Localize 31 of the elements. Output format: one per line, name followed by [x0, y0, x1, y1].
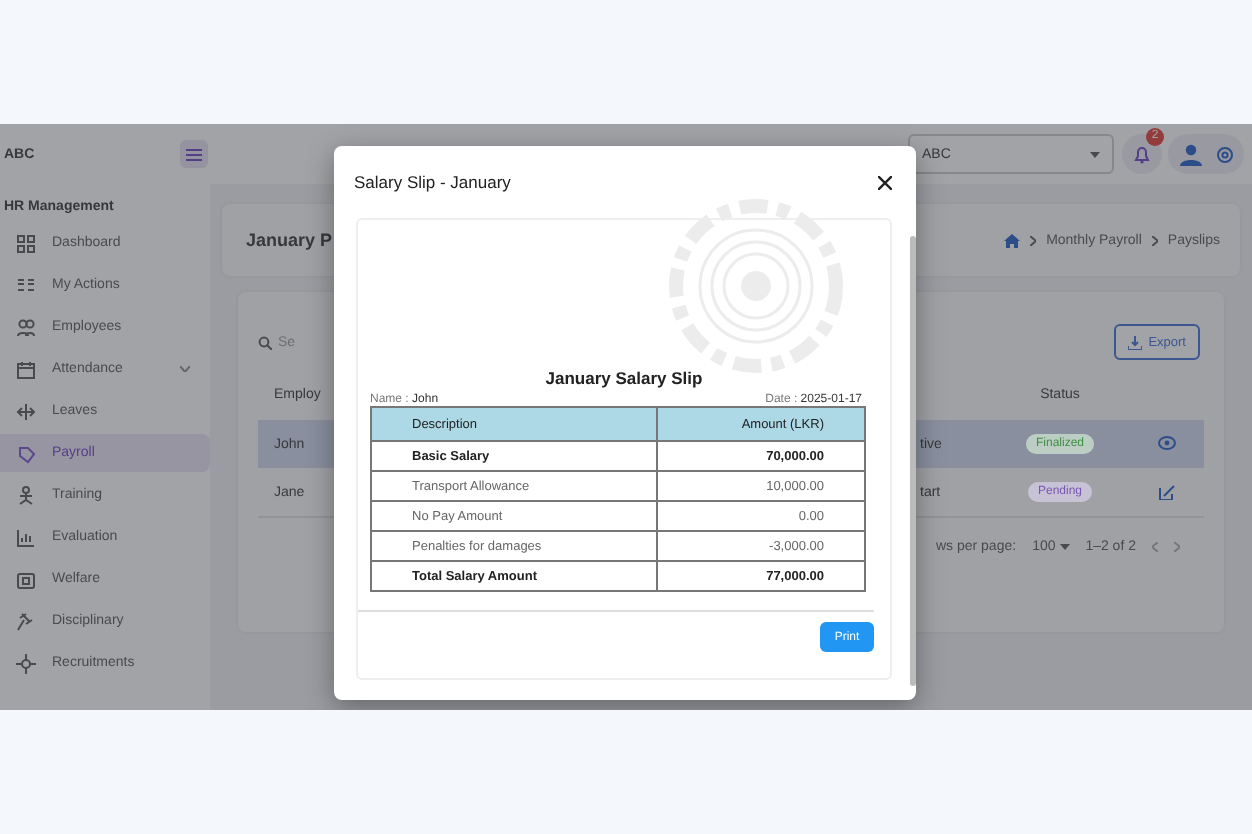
download-icon [1128, 335, 1143, 349]
grid-icon [16, 233, 36, 253]
close-button[interactable] [878, 175, 892, 189]
search-icon [258, 335, 272, 349]
previous-page-icon[interactable] [1152, 541, 1158, 551]
chevron-right-icon [1030, 235, 1037, 245]
chevron-right-icon [1151, 235, 1158, 245]
menu-button[interactable] [180, 140, 208, 168]
chart-icon [16, 527, 36, 547]
caret-icon [1059, 543, 1070, 549]
tag-icon [16, 443, 36, 463]
next-page-icon[interactable] [1174, 541, 1180, 551]
settings-icon [1215, 145, 1233, 163]
checklist-icon [16, 275, 36, 295]
user-icon [1179, 143, 1201, 165]
arrows-icon [16, 401, 36, 421]
menu-icon [186, 147, 202, 161]
page-title: January P [246, 230, 333, 250]
slip-heading: January Salary Slip [545, 368, 703, 388]
people-icon [16, 317, 36, 337]
dialog-title: Salary Slip - January [354, 172, 511, 192]
person-icon [16, 485, 36, 505]
scrollbar[interactable] [910, 236, 916, 686]
bell-icon [1134, 145, 1150, 163]
home-icon[interactable] [1004, 233, 1021, 247]
close-icon [878, 175, 892, 189]
edit-icon[interactable] [1157, 484, 1175, 500]
view-icon[interactable] [1157, 436, 1175, 452]
calendar-icon [16, 359, 36, 379]
profile-button[interactable] [1168, 134, 1244, 174]
caret-icon [1090, 151, 1100, 157]
